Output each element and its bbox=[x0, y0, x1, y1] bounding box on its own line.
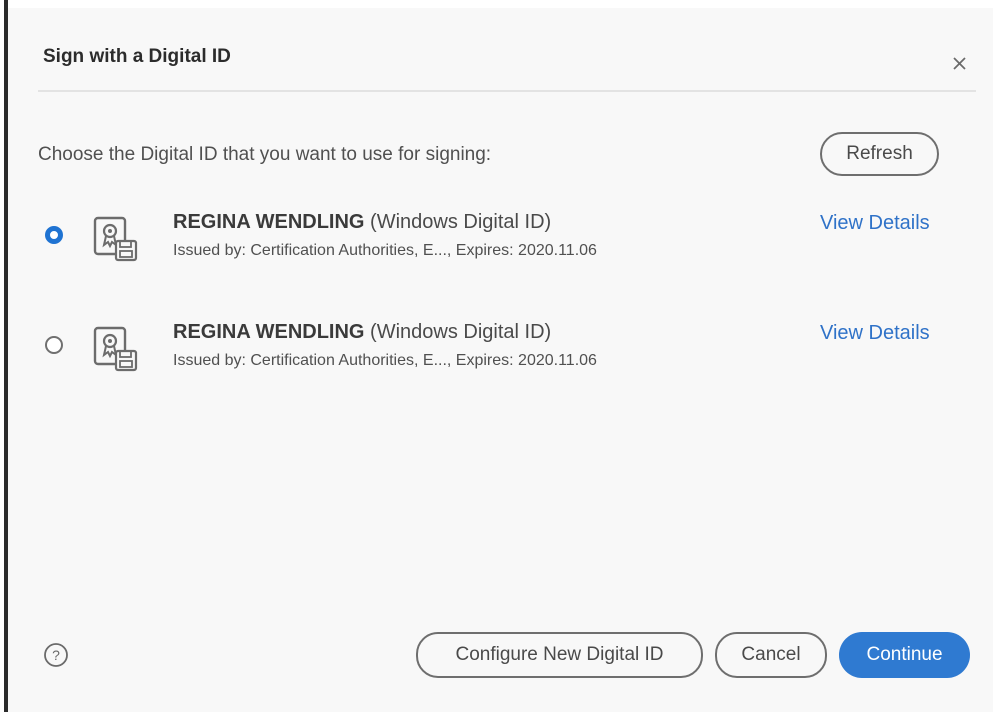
instruction-text: Choose the Digital ID that you want to u… bbox=[38, 144, 492, 165]
help-icon: ? bbox=[44, 643, 68, 667]
digital-id-radio-selected[interactable] bbox=[45, 226, 63, 244]
digital-id-type: (Windows Digital ID) bbox=[370, 321, 552, 343]
digital-id-name: REGINA WENDLING bbox=[173, 211, 365, 233]
dialog-title: Sign with a Digital ID bbox=[43, 46, 231, 67]
header-divider bbox=[38, 90, 976, 92]
digital-id-name-line: REGINA WENDLING (Windows Digital ID) bbox=[173, 321, 551, 344]
digital-id-type: (Windows Digital ID) bbox=[370, 211, 552, 233]
sign-digital-id-dialog: Sign with a Digital ID Choose the Digita… bbox=[8, 8, 993, 712]
configure-new-digital-id-button[interactable]: Configure New Digital ID bbox=[416, 632, 703, 678]
svg-text:?: ? bbox=[52, 647, 60, 663]
help-button[interactable]: ? bbox=[43, 642, 69, 668]
digital-id-name: REGINA WENDLING bbox=[173, 321, 365, 343]
continue-button[interactable]: Continue bbox=[839, 632, 970, 678]
certificate-icon bbox=[91, 212, 147, 266]
cancel-button[interactable]: Cancel bbox=[715, 632, 827, 678]
close-button[interactable] bbox=[945, 48, 975, 78]
digital-id-issuer: Issued by: Certification Authorities, E.… bbox=[173, 352, 597, 369]
digital-id-radio[interactable] bbox=[45, 336, 63, 354]
view-details-link[interactable]: View Details bbox=[820, 322, 930, 345]
digital-id-row[interactable]: REGINA WENDLING (Windows Digital ID) Iss… bbox=[8, 308, 993, 388]
view-details-link[interactable]: View Details bbox=[820, 212, 930, 235]
certificate-icon bbox=[91, 322, 147, 376]
window-left-edge bbox=[0, 0, 8, 712]
refresh-button[interactable]: Refresh bbox=[820, 132, 939, 176]
digital-id-row[interactable]: REGINA WENDLING (Windows Digital ID) Iss… bbox=[8, 198, 993, 278]
digital-id-issuer: Issued by: Certification Authorities, E.… bbox=[173, 242, 597, 259]
close-icon bbox=[953, 57, 966, 70]
digital-id-name-line: REGINA WENDLING (Windows Digital ID) bbox=[173, 211, 551, 234]
